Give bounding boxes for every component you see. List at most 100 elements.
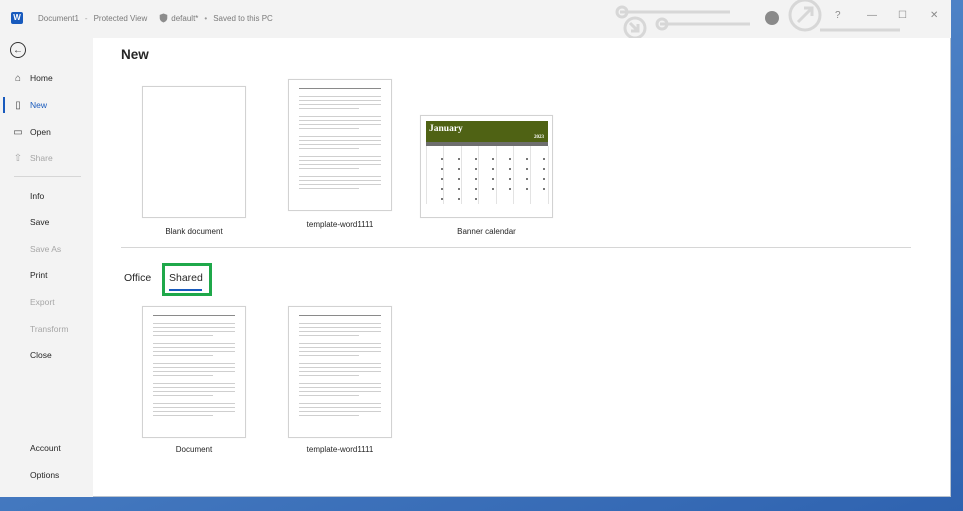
tab-shared[interactable]: Shared — [169, 272, 203, 284]
thumbnail-text-line — [299, 395, 359, 396]
template-thumbnail — [288, 79, 392, 211]
sidebar-item-save[interactable]: Save — [0, 211, 93, 233]
calendar-day-dot — [543, 188, 545, 190]
sidebar-item-open[interactable]: ▭ Open — [0, 121, 93, 143]
maximize-button[interactable]: ☐ — [898, 10, 907, 21]
sidebar-item-share[interactable]: ⇧ Share — [0, 147, 93, 169]
thumbnail-text-line — [153, 407, 235, 408]
thumbnail-text-line — [299, 407, 381, 408]
template-thumbnail — [288, 306, 392, 438]
calendar-day-dot — [458, 178, 460, 180]
thumbnail-text-line — [299, 355, 359, 356]
thumbnail-text-line — [299, 391, 381, 392]
title-text: Document1 - Protected View default* • Sa… — [38, 13, 273, 23]
calendar-day-dot — [458, 198, 460, 200]
calendar-grid-line — [547, 146, 549, 204]
calendar-grid-line — [460, 146, 462, 204]
thumbnail-text-line — [299, 140, 381, 141]
thumbnail-text-line — [299, 156, 381, 157]
template-caption: Banner calendar — [457, 227, 516, 236]
thumbnail-text-line — [299, 160, 381, 161]
thumbnail-text-line — [299, 335, 359, 336]
thumbnail-text-line — [299, 403, 381, 404]
thumbnail-text-line — [299, 176, 381, 177]
thumbnail-text-line — [299, 371, 381, 372]
calendar-day-dot — [475, 168, 477, 170]
sidebar-item-close[interactable]: Close — [0, 344, 93, 366]
calendar-day-dot — [492, 158, 494, 160]
thumbnail-text-line — [153, 347, 235, 348]
sidebar-item-home[interactable]: ⌂ Home — [0, 67, 93, 89]
template-thumbnail — [142, 86, 246, 218]
calendar-banner: January 2023 — [426, 121, 548, 142]
tab-shared-underline — [169, 289, 202, 291]
thumbnail-text-line — [153, 415, 213, 416]
thumbnail-text-line — [299, 343, 381, 344]
calendar-day-dot — [475, 188, 477, 190]
sidebar-item-export[interactable]: Export — [0, 291, 93, 313]
thumbnail-text-line — [299, 168, 359, 169]
calendar-day-dot — [475, 158, 477, 160]
thumbnail-text-line — [299, 383, 381, 384]
thumbnail-text-line — [153, 351, 235, 352]
calendar-grid-line — [495, 146, 497, 204]
thumbnail-text-line — [153, 371, 235, 372]
home-icon: ⌂ — [14, 72, 22, 84]
title-bar: W Document1 - Protected View default* • … — [0, 0, 951, 38]
sidebar-item-account[interactable]: Account — [0, 437, 93, 459]
thumbnail-text-line — [299, 88, 381, 89]
calendar-day-dot — [526, 158, 528, 160]
calendar-day-dot — [543, 168, 545, 170]
calendar-day-dot — [509, 188, 511, 190]
thumbnail-text-line — [299, 347, 381, 348]
new-document-icon: ▯ — [15, 99, 21, 111]
thumbnail-text-line — [299, 180, 381, 181]
calendar-day-dot — [526, 178, 528, 180]
thumbnail-text-line — [299, 116, 381, 117]
shared-template-word1111[interactable]: template-word1111 — [288, 306, 392, 454]
calendar-day-dot — [543, 178, 545, 180]
calendar-day-dot — [458, 188, 460, 190]
calendar-grid-line — [426, 146, 427, 204]
thumbnail-text-line — [153, 331, 235, 332]
section-divider — [121, 247, 911, 248]
document-name: Document1 — [38, 13, 79, 23]
back-button[interactable]: ← — [10, 42, 26, 58]
template-blank-document[interactable]: Blank document — [142, 86, 246, 236]
calendar-day-dot — [526, 168, 528, 170]
close-button[interactable]: ✕ — [930, 10, 938, 21]
calendar-day-dot — [475, 178, 477, 180]
thumbnail-text-line — [299, 108, 359, 109]
sidebar-item-print[interactable]: Print — [0, 264, 93, 286]
template-banner-calendar[interactable]: January 2023 Banner calendar — [420, 115, 553, 236]
thumbnail-text-line — [153, 367, 235, 368]
calendar-day-dot — [543, 158, 545, 160]
sidebar-item-new[interactable]: ▯ New — [0, 94, 93, 116]
thumbnail-text-line — [299, 387, 381, 388]
template-word1111[interactable]: template-word1111 — [288, 79, 392, 229]
thumbnail-text-line — [299, 188, 359, 189]
thumbnail-text-line — [299, 331, 381, 332]
calendar-grid-line — [443, 146, 445, 204]
template-thumbnail — [142, 306, 246, 438]
thumbnail-text-line — [299, 136, 381, 137]
shared-template-document[interactable]: Document — [142, 306, 246, 454]
sidebar-item-transform[interactable]: Transform — [0, 318, 93, 340]
shield-icon[interactable] — [159, 13, 168, 23]
calendar-year: 2023 — [534, 135, 544, 140]
thumbnail-text-line — [299, 164, 381, 165]
sensitivity-label[interactable]: default* — [171, 14, 198, 23]
sidebar-item-info[interactable]: Info — [0, 185, 93, 207]
template-caption: Blank document — [165, 227, 223, 236]
thumbnail-text-line — [299, 411, 381, 412]
calendar-grid-line — [513, 146, 514, 204]
minimize-button[interactable]: — — [867, 10, 877, 21]
thumbnail-text-line — [299, 315, 381, 316]
thumbnail-text-line — [299, 104, 381, 105]
circuit-decoration — [615, 0, 900, 38]
sidebar-item-options[interactable]: Options — [0, 464, 93, 486]
help-icon[interactable]: ? — [835, 10, 841, 21]
sidebar-item-save-as[interactable]: Save As — [0, 238, 93, 260]
tab-office[interactable]: Office — [124, 272, 151, 284]
calendar-day-dot — [492, 168, 494, 170]
